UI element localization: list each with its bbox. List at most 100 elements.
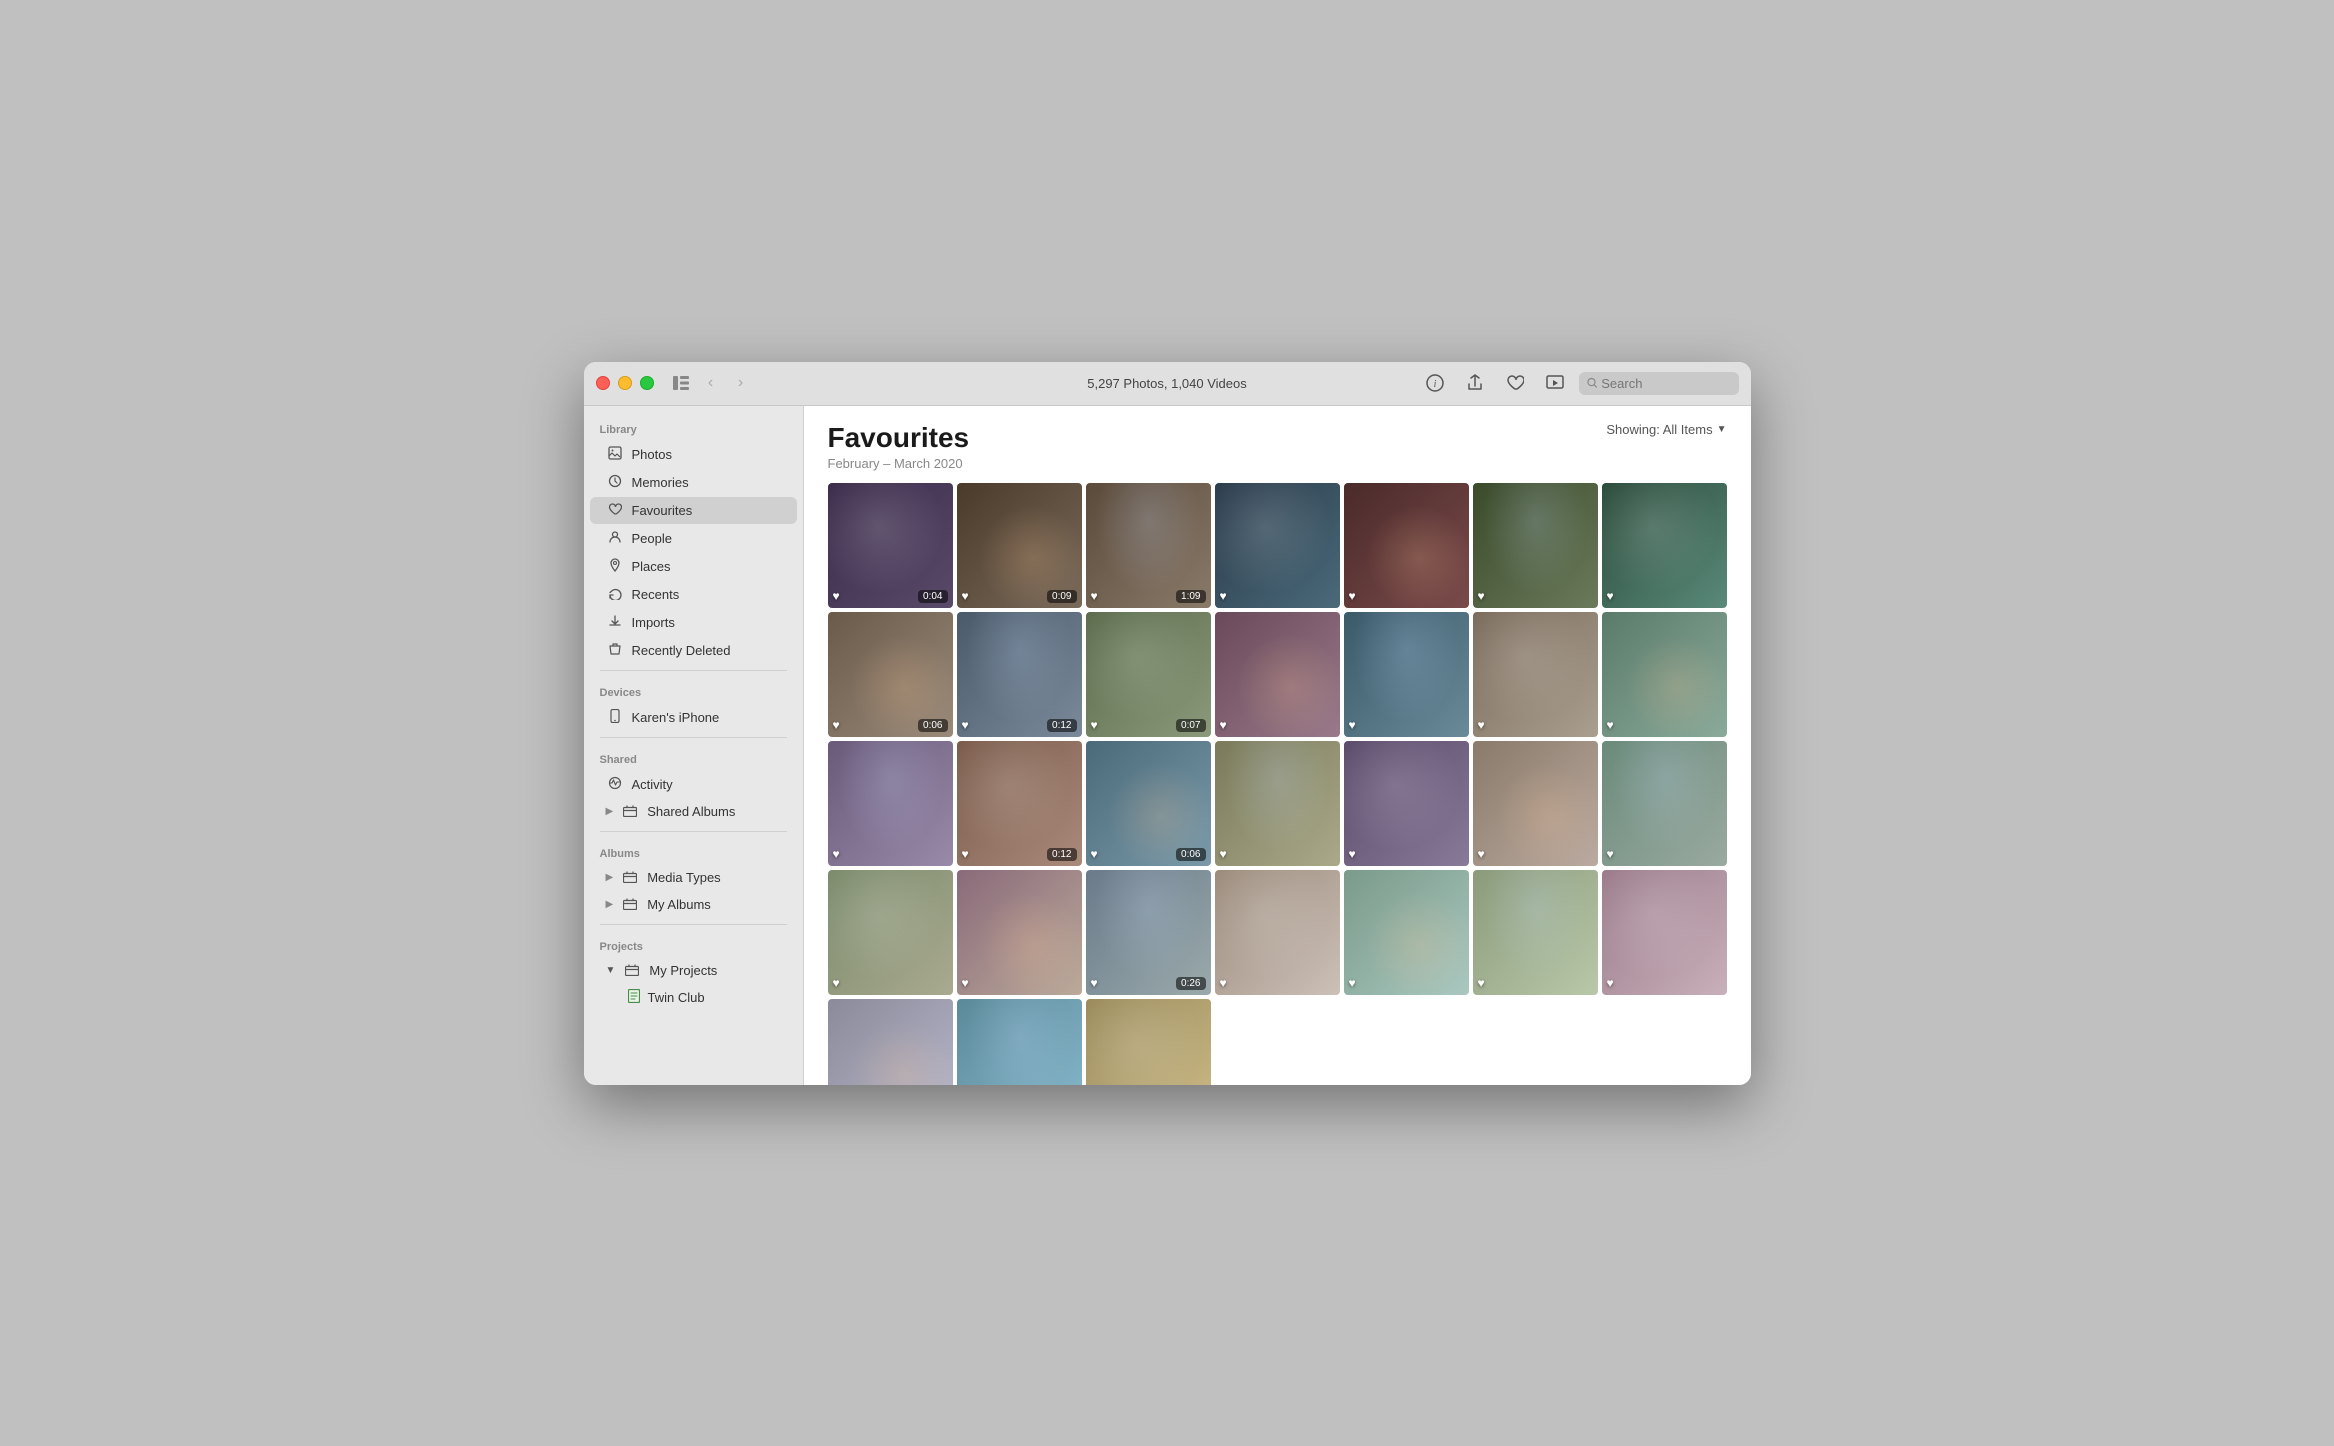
close-button[interactable] [596,376,610,390]
main-content: Library Photos Memories Favourites [584,406,1751,1085]
photo-cell[interactable]: ♥0:07 [1086,612,1211,737]
photo-cell[interactable]: ♥ [1473,483,1598,608]
photo-cell[interactable]: ♥ [1086,999,1211,1085]
photo-cell[interactable]: ♥0:12 [957,741,1082,866]
sidebar-item-people[interactable]: People [590,525,797,552]
heart-icon: ♥ [1349,718,1356,732]
heart-icon: ♥ [962,718,969,732]
photo-cell[interactable]: ♥ [1602,483,1727,608]
sidebar-item-recents[interactable]: Recents [590,581,797,608]
heart-icon: ♥ [833,847,840,861]
sidebar: Library Photos Memories Favourites [584,406,804,1085]
devices-section-label: Devices [584,677,803,703]
photo-cell[interactable]: ♥0:25 [957,999,1082,1085]
photo-cell[interactable]: ♥ [1602,612,1727,737]
photo-cell[interactable]: ♥ [957,870,1082,995]
photo-cell[interactable]: ♥ [1602,870,1727,995]
shared-albums-chevron: ▶ [606,806,614,817]
photo-cell[interactable]: ♥0:04 [828,483,953,608]
photo-cell[interactable]: ♥0:08 [828,999,953,1085]
video-duration: 0:06 [1176,848,1205,861]
favourite-button[interactable] [1499,367,1531,399]
photos-grid: ♥0:04♥0:09♥1:09♥♥♥♥♥0:06♥0:12♥0:07♥♥♥♥♥♥… [804,479,1751,1085]
albums-section-label: Albums [584,838,803,864]
search-input[interactable] [1601,376,1730,391]
heart-icon: ♥ [1478,589,1485,603]
sidebar-item-activity[interactable]: Activity [590,771,797,798]
search-icon [1587,377,1598,389]
video-duration: 0:12 [1047,719,1076,732]
filter-selector[interactable]: Showing: All Items ▼ [1606,422,1726,437]
sidebar-item-karens-iphone[interactable]: Karen's iPhone [590,704,797,731]
photo-cell[interactable]: ♥ [1215,870,1340,995]
photo-cell[interactable]: ♥ [1215,741,1340,866]
activity-icon [606,776,624,793]
places-icon [606,558,624,575]
sidebar-places-label: Places [632,559,781,574]
back-button[interactable]: ‹ [700,372,722,394]
sidebar-people-label: People [632,531,781,546]
photo-cell[interactable]: ♥ [1215,483,1340,608]
video-duration: 0:04 [918,590,947,603]
photo-cell[interactable]: ♥0:26 [1086,870,1211,995]
photo-cell[interactable]: ♥ [828,870,953,995]
sidebar-memories-label: Memories [632,475,781,490]
sidebar-item-media-types[interactable]: ▶ Media Types [590,865,797,891]
divider-projects [600,924,787,925]
my-projects-chevron: ▼ [606,965,616,976]
heart-icon: ♥ [1349,589,1356,603]
media-types-chevron: ▶ [606,872,614,883]
sidebar-item-memories[interactable]: Memories [590,469,797,496]
sidebar-item-places[interactable]: Places [590,553,797,580]
forward-button[interactable]: › [730,372,752,394]
photo-cell[interactable]: ♥ [1344,612,1469,737]
photo-cell[interactable]: ♥ 0:12 [957,612,1082,737]
photo-cell[interactable]: ♥0:06 [1086,741,1211,866]
my-albums-icon [621,897,639,913]
library-section-label: Library [584,414,803,440]
projects-section-label: Projects [584,931,803,957]
titlebar-stats: 5,297 Photos, 1,040 Videos [1087,376,1247,391]
photo-cell[interactable]: ♥0:06 [828,612,953,737]
heart-icon: ♥ [1478,847,1485,861]
sidebar-item-shared-albums[interactable]: ▶ Shared Albums [590,799,797,825]
sidebar-my-projects-label: My Projects [649,963,780,978]
sidebar-item-twin-club[interactable]: Twin Club [590,985,797,1010]
sidebar-toggle-button[interactable] [670,372,692,394]
photo-cell[interactable]: ♥ [1344,483,1469,608]
stats-text: 5,297 Photos, 1,040 Videos [1087,376,1247,391]
photo-cell[interactable]: ♥ [1473,612,1598,737]
sidebar-item-favourites[interactable]: Favourites [590,497,797,524]
sidebar-item-my-albums[interactable]: ▶ My Albums [590,892,797,918]
sidebar-item-recently-deleted[interactable]: Recently Deleted [590,637,797,664]
sidebar-recently-deleted-label: Recently Deleted [632,643,781,658]
people-icon [606,530,624,547]
photo-cell[interactable]: ♥ [1473,870,1598,995]
sidebar-item-my-projects[interactable]: ▼ My Projects [590,958,797,984]
photo-cell[interactable]: ♥ [1602,741,1727,866]
sidebar-item-photos[interactable]: Photos [590,441,797,468]
photo-cell[interactable]: ♥ [1344,741,1469,866]
traffic-lights [596,376,654,390]
photo-cell[interactable]: ♥ [1215,612,1340,737]
photo-cell[interactable]: ♥ [1473,741,1598,866]
heart-icon: ♥ [962,847,969,861]
info-button[interactable]: i [1419,367,1451,399]
slideshow-button[interactable] [1539,367,1571,399]
share-button[interactable] [1459,367,1491,399]
photo-cell[interactable]: ♥1:09 [1086,483,1211,608]
svg-text:i: i [1433,379,1436,390]
minimize-button[interactable] [618,376,632,390]
heart-icon: ♥ [1091,718,1098,732]
sidebar-recents-label: Recents [632,587,781,602]
photo-cell[interactable]: ♥ [828,741,953,866]
search-bar[interactable] [1579,372,1739,395]
heart-icon: ♥ [1607,847,1614,861]
photo-cell[interactable]: ♥0:09 [957,483,1082,608]
sidebar-item-imports[interactable]: Imports [590,609,797,636]
favourites-icon [606,502,624,519]
maximize-button[interactable] [640,376,654,390]
heart-icon: ♥ [1607,589,1614,603]
photo-cell[interactable]: ♥ [1344,870,1469,995]
heart-icon: ♥ [1478,976,1485,990]
